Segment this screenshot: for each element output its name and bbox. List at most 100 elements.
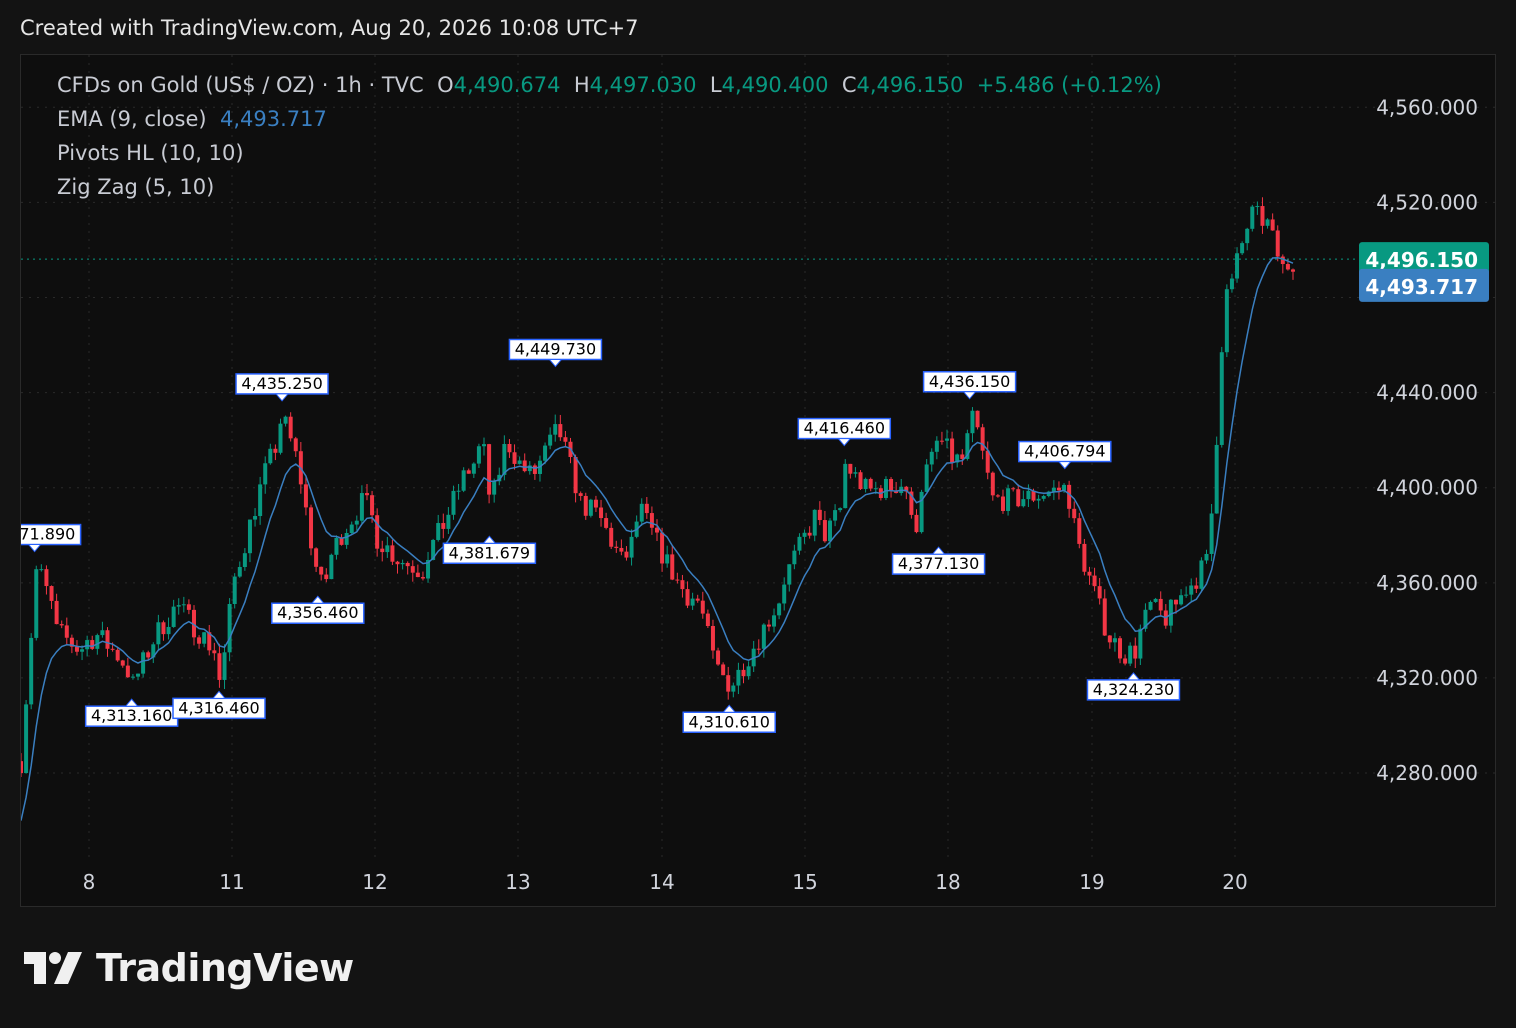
candle-body <box>1087 571 1092 576</box>
candle-body <box>1260 206 1265 226</box>
candle-body <box>390 545 395 562</box>
candle-body <box>1102 598 1107 636</box>
candle-body <box>1021 499 1026 507</box>
candle-body <box>639 503 644 522</box>
x-tick-label: 8 <box>83 870 96 894</box>
candle-body <box>420 577 425 579</box>
candle-body <box>202 632 207 644</box>
pivot-label: 4,416.460 <box>797 417 892 447</box>
candle-body <box>283 416 288 424</box>
candle-body <box>441 523 446 529</box>
candle-body <box>929 451 934 465</box>
high-label: H <box>573 73 590 97</box>
candle-body <box>227 603 232 653</box>
candle-body <box>766 624 771 627</box>
candle-body <box>599 507 604 519</box>
pivot-value: 4,371.890 <box>21 525 75 544</box>
candle-body <box>115 649 120 661</box>
candle-body <box>1199 560 1204 589</box>
pivot-label: 4,436.150 <box>922 371 1017 400</box>
candle-body <box>1179 595 1184 605</box>
candle-body <box>1219 352 1224 445</box>
candle-body <box>721 664 726 676</box>
tradingview-logo[interactable]: TradingView <box>22 946 354 990</box>
candle-body <box>21 761 23 774</box>
candle-body <box>303 484 308 508</box>
candle-body <box>680 580 685 590</box>
candle-body <box>1250 206 1255 229</box>
low-label: L <box>709 73 722 97</box>
candle-body <box>181 604 186 606</box>
pivot-pointer <box>1057 461 1072 470</box>
candle-body <box>1255 206 1260 208</box>
candle-body <box>492 481 497 495</box>
candle-body <box>456 490 461 492</box>
candle-body <box>1291 269 1295 272</box>
candle-body <box>156 622 161 645</box>
pivot-label: 4,310.610 <box>682 704 776 734</box>
candle-body <box>822 520 827 542</box>
candle-body <box>833 510 838 521</box>
chart-panel[interactable]: 4,371.890 4,313.160 4,316.460 4,435.250 4,35… <box>20 54 1497 908</box>
candle-body <box>670 554 675 580</box>
candle-body <box>588 499 593 516</box>
candle-body <box>476 446 481 464</box>
candle-body <box>1011 488 1016 490</box>
open-value: 4,490.674 <box>453 73 561 97</box>
candle-body <box>309 507 314 549</box>
candle-body <box>1209 513 1214 554</box>
candle-body <box>1097 586 1102 599</box>
candle-body <box>380 548 385 553</box>
candle-body <box>405 562 410 567</box>
candle-body <box>278 423 283 453</box>
x-tick-label: 14 <box>649 870 674 894</box>
pivot-label: 4,371.890 <box>21 523 82 553</box>
grid-lines <box>21 55 1497 861</box>
candle-body <box>446 514 451 529</box>
candle-body <box>1056 487 1061 491</box>
pivot-value: 4,436.150 <box>929 372 1010 391</box>
candle-body <box>319 566 324 575</box>
candle-body <box>1204 553 1209 561</box>
candle-body <box>1000 496 1005 511</box>
close-label: C <box>841 73 857 97</box>
x-tick-label: 18 <box>935 870 960 894</box>
candle-body <box>471 463 476 474</box>
candle-body <box>110 648 115 650</box>
candle-body <box>1173 599 1178 605</box>
ema-legend[interactable]: EMA (9, close) 4,493.717 <box>57 107 327 131</box>
candle-body <box>90 640 95 649</box>
candle-body <box>395 561 400 565</box>
candle-body <box>543 445 548 461</box>
zigzag-legend[interactable]: Zig Zag (5, 10) <box>57 175 214 199</box>
candle-body <box>817 509 822 521</box>
candle-body <box>461 470 466 491</box>
candle-body <box>848 463 853 474</box>
candle-body <box>1107 635 1112 643</box>
candle-body <box>1184 594 1189 596</box>
price-chart[interactable]: 4,371.890 4,313.160 4,316.460 4,435.250 4,35… <box>21 55 1497 908</box>
candle-body <box>222 652 227 680</box>
pivot-value: 4,324.230 <box>1093 680 1174 699</box>
high-value: 4,497.030 <box>589 73 697 97</box>
tradingview-logo-icon <box>24 952 82 984</box>
candle-body <box>945 438 950 441</box>
pivot-label: 4,406.794 <box>1018 440 1112 470</box>
price-axis: 4,280.000 4,320.000 4,360.000 4,400.000 4,44… <box>1376 95 1478 785</box>
pivot-value: 4,310.610 <box>688 712 769 731</box>
x-tick-label: 20 <box>1222 870 1247 894</box>
pivots-legend[interactable]: Pivots HL (10, 10) <box>57 141 244 165</box>
candle-body <box>604 518 609 528</box>
candle-body <box>95 635 100 649</box>
candle-body <box>573 457 578 494</box>
candle-body <box>436 523 441 540</box>
candle-body <box>548 434 553 446</box>
price-tags: 4,496.150 4,493.717 <box>1359 242 1489 302</box>
candle-body <box>777 603 782 616</box>
candle-body <box>629 536 634 558</box>
candle-body <box>1016 489 1021 507</box>
candle-body <box>59 624 64 626</box>
candle-body <box>609 527 614 547</box>
candle-body <box>593 499 598 508</box>
candle-body <box>186 604 191 610</box>
